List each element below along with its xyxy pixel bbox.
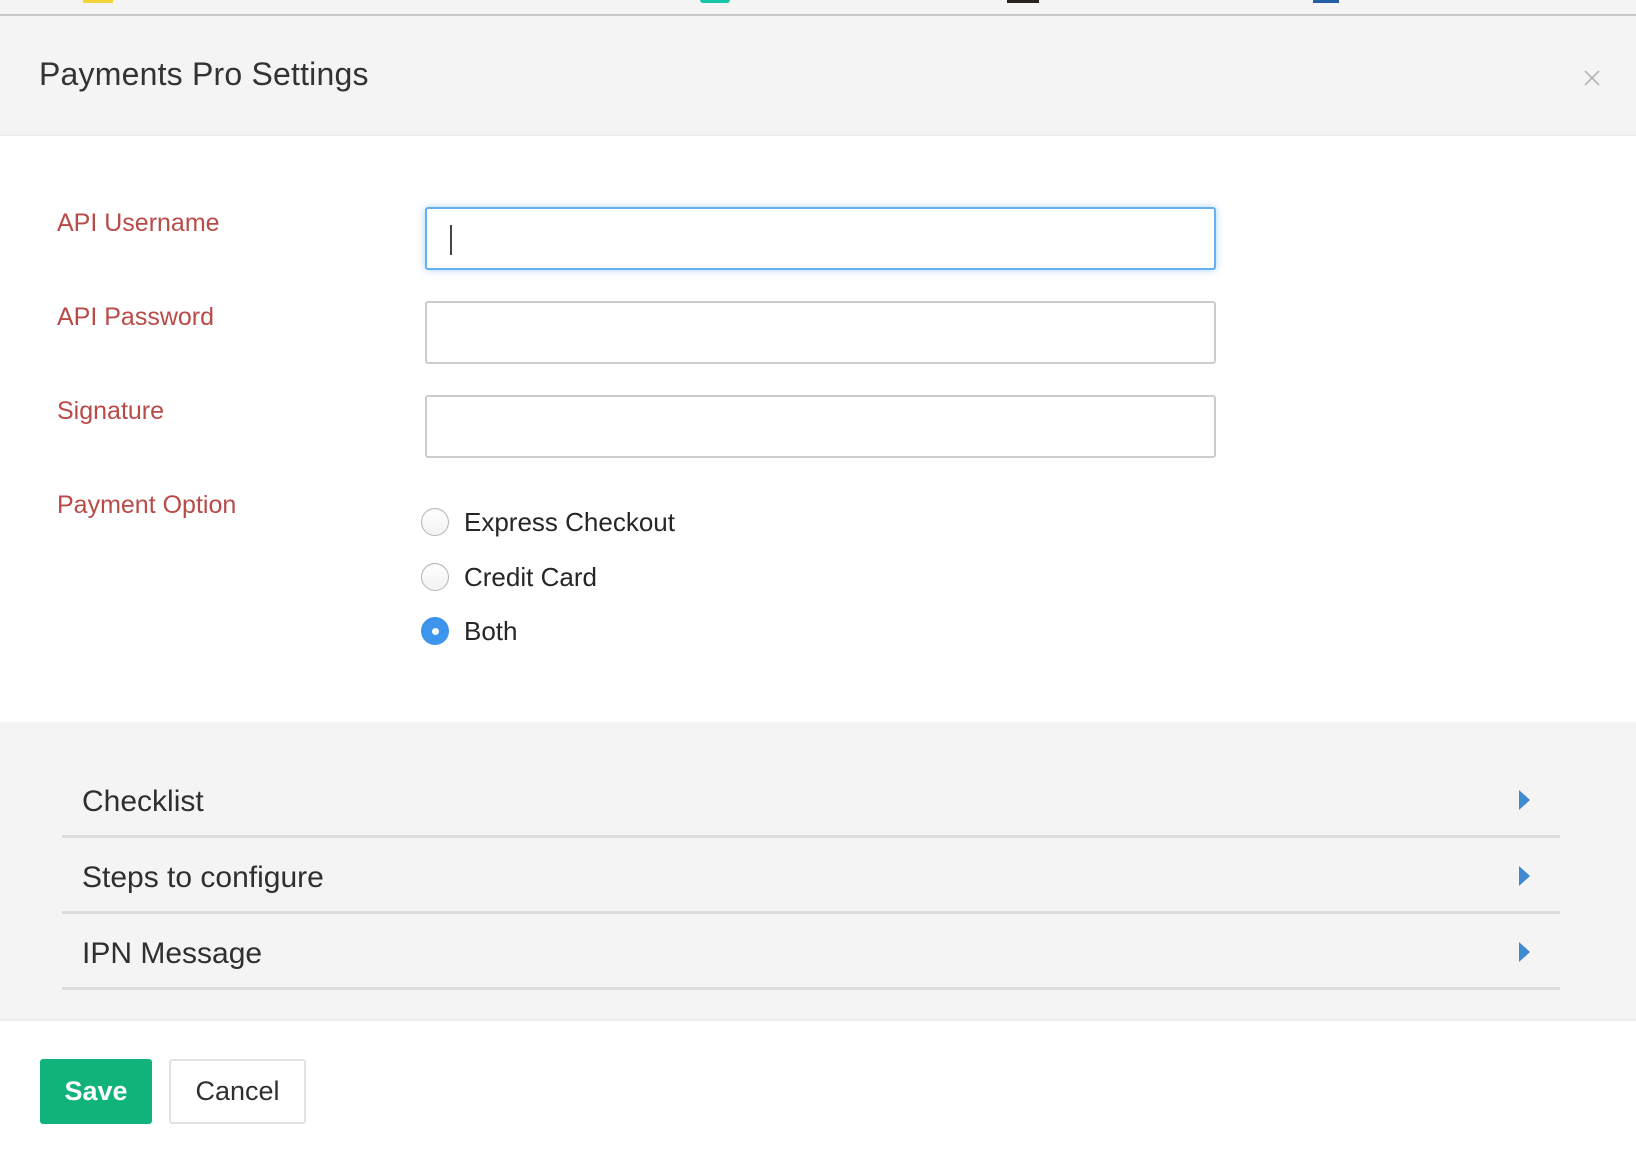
dialog-header: Payments Pro Settings	[0, 16, 1636, 136]
radio-button-selected[interactable]	[421, 617, 449, 645]
payment-option-label: Payment Option	[57, 491, 237, 519]
signature-label: Signature	[57, 397, 165, 425]
caret-right-icon	[1519, 942, 1530, 962]
radio-both[interactable]: Both	[421, 613, 518, 649]
signature-input[interactable]	[425, 395, 1216, 458]
caret-right-icon	[1519, 790, 1530, 810]
radio-credit-card[interactable]: Credit Card	[421, 559, 597, 595]
accordion-item-label: IPN Message	[82, 937, 263, 970]
accordion-item-steps-to-configure[interactable]: Steps to configure	[62, 838, 1560, 914]
radio-label: Credit Card	[464, 561, 597, 592]
close-button[interactable]	[1578, 64, 1606, 92]
background-fragment	[1007, 0, 1039, 3]
radio-express-checkout[interactable]: Express Checkout	[421, 504, 675, 540]
accordion-item-label: Steps to configure	[82, 861, 324, 894]
api-username-label: API Username	[57, 209, 220, 237]
background-page-strip	[0, 0, 1636, 16]
background-fragment	[700, 0, 730, 3]
dialog-title: Payments Pro Settings	[39, 56, 369, 92]
background-fragment	[83, 0, 113, 3]
cancel-button[interactable]: Cancel	[169, 1059, 306, 1124]
background-fragment	[1313, 0, 1339, 3]
close-icon	[1584, 70, 1600, 86]
api-username-input[interactable]	[425, 207, 1216, 270]
radio-label: Both	[464, 615, 518, 646]
dialog-footer: Save Cancel	[0, 1023, 1636, 1162]
settings-form: API Username API Password Signature Paym…	[0, 137, 1636, 722]
accordion-item-ipn-message[interactable]: IPN Message	[62, 914, 1560, 990]
accordion-item-checklist[interactable]: Checklist	[62, 762, 1560, 838]
api-password-input[interactable]	[425, 301, 1216, 364]
caret-right-icon	[1519, 866, 1530, 886]
accordion-item-label: Checklist	[82, 785, 204, 818]
info-accordion: Checklist Steps to configure IPN Message	[0, 722, 1636, 1021]
api-password-label: API Password	[57, 303, 215, 331]
radio-button[interactable]	[421, 508, 449, 536]
radio-label: Express Checkout	[464, 506, 675, 537]
save-button[interactable]: Save	[40, 1059, 152, 1124]
radio-button[interactable]	[421, 563, 449, 591]
text-caret	[450, 225, 452, 255]
